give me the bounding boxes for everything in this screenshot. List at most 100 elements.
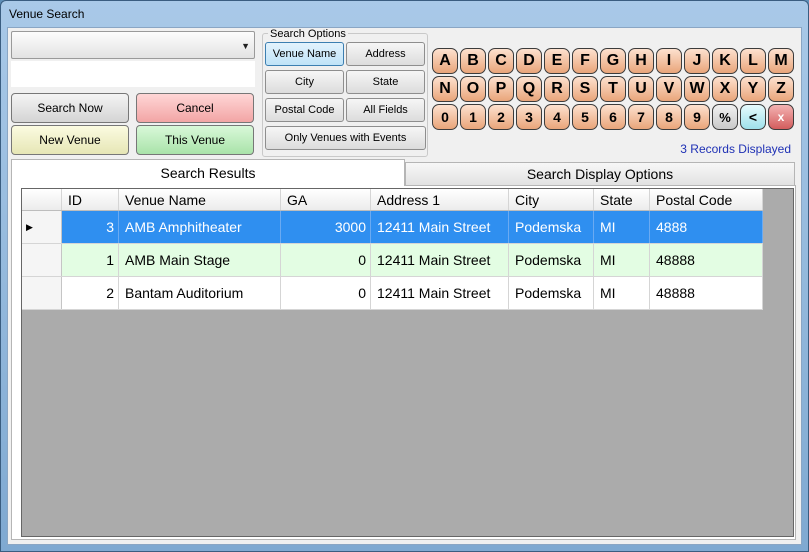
chevron-down-icon[interactable]: ▼ [241, 41, 250, 51]
cell-postal-code[interactable]: 4888 [650, 211, 763, 243]
all-fields-option-button[interactable]: All Fields [346, 98, 425, 122]
row-selector[interactable] [22, 277, 62, 309]
address-option-button[interactable]: Address [346, 42, 425, 66]
column-header-venue-name[interactable]: Venue Name [119, 189, 281, 210]
key-j[interactable]: J [684, 48, 710, 74]
cell-state[interactable]: MI [594, 244, 650, 276]
key-u[interactable]: U [628, 76, 654, 102]
key-i[interactable]: I [656, 48, 682, 74]
key-f[interactable]: F [572, 48, 598, 74]
search-text-area[interactable] [11, 61, 255, 87]
tab-search-display-options[interactable]: Search Display Options [405, 162, 795, 186]
cancel-button[interactable]: Cancel [136, 93, 254, 123]
search-options-group: Search Options Venue Name Address City S… [262, 28, 428, 157]
venue-name-option-button[interactable]: Venue Name [265, 42, 344, 66]
key-v[interactable]: V [656, 76, 682, 102]
key-9[interactable]: 9 [684, 104, 710, 130]
key-7[interactable]: 7 [628, 104, 654, 130]
key-l[interactable]: L [740, 48, 766, 74]
key-h[interactable]: H [628, 48, 654, 74]
cell-postal-code[interactable]: 48888 [650, 244, 763, 276]
cell-address[interactable]: 12411 Main Street [371, 244, 509, 276]
table-row[interactable]: 1 AMB Main Stage 0 12411 Main Street Pod… [22, 244, 763, 277]
only-venues-with-events-button[interactable]: Only Venues with Events [265, 126, 426, 150]
key-8[interactable]: 8 [656, 104, 682, 130]
city-option-button[interactable]: City [265, 70, 344, 94]
column-header-postal-code[interactable]: Postal Code [650, 189, 763, 210]
cell-city[interactable]: Podemska [509, 244, 594, 276]
wildcard-key[interactable]: % [712, 104, 738, 130]
key-n[interactable]: N [432, 76, 458, 102]
clear-key[interactable]: x [768, 104, 794, 130]
key-5[interactable]: 5 [572, 104, 598, 130]
key-d[interactable]: D [516, 48, 542, 74]
row-header-corner [22, 189, 62, 210]
search-now-button[interactable]: Search Now [11, 93, 129, 123]
key-6[interactable]: 6 [600, 104, 626, 130]
venue-search-window: Venue Search ▼ Search Now Cancel New Ven… [0, 0, 809, 552]
key-z[interactable]: Z [768, 76, 794, 102]
key-3[interactable]: 3 [516, 104, 542, 130]
grid-header: ID Venue Name GA Address 1 City State Po… [22, 189, 763, 211]
key-e[interactable]: E [544, 48, 570, 74]
column-header-state[interactable]: State [594, 189, 650, 210]
key-t[interactable]: T [600, 76, 626, 102]
row-selector[interactable]: ▶ [22, 211, 62, 243]
key-b[interactable]: B [460, 48, 486, 74]
tab-search-results[interactable]: Search Results [11, 159, 405, 186]
window-title: Venue Search [9, 7, 85, 21]
cell-address[interactable]: 12411 Main Street [371, 211, 509, 243]
state-option-button[interactable]: State [346, 70, 425, 94]
key-4[interactable]: 4 [544, 104, 570, 130]
key-r[interactable]: R [544, 76, 570, 102]
cell-postal-code[interactable]: 48888 [650, 277, 763, 309]
records-count-label: 3 Records Displayed [680, 142, 791, 156]
window-client-area: ▼ Search Now Cancel New Venue This Venue… [7, 27, 802, 545]
cell-id[interactable]: 1 [62, 244, 119, 276]
new-venue-button[interactable]: New Venue [11, 125, 129, 155]
key-q[interactable]: Q [516, 76, 542, 102]
key-c[interactable]: C [488, 48, 514, 74]
column-header-id[interactable]: ID [62, 189, 119, 210]
key-m[interactable]: M [768, 48, 794, 74]
key-k[interactable]: K [712, 48, 738, 74]
key-0[interactable]: 0 [432, 104, 458, 130]
cell-ga[interactable]: 0 [281, 244, 371, 276]
cell-city[interactable]: Podemska [509, 277, 594, 309]
cell-id[interactable]: 3 [62, 211, 119, 243]
results-grid: ID Venue Name GA Address 1 City State Po… [21, 188, 794, 537]
search-results-panel: ID Venue Name GA Address 1 City State Po… [11, 185, 796, 540]
title-bar[interactable]: Venue Search [1, 1, 808, 27]
key-2[interactable]: 2 [488, 104, 514, 130]
postal-code-option-button[interactable]: Postal Code [265, 98, 344, 122]
venue-combo-box[interactable]: ▼ [11, 31, 255, 59]
key-x[interactable]: X [712, 76, 738, 102]
column-header-address[interactable]: Address 1 [371, 189, 509, 210]
cell-city[interactable]: Podemska [509, 211, 594, 243]
backspace-key[interactable]: < [740, 104, 766, 130]
table-row[interactable]: 2 Bantam Auditorium 0 12411 Main Street … [22, 277, 763, 310]
cell-address[interactable]: 12411 Main Street [371, 277, 509, 309]
row-selector[interactable] [22, 244, 62, 276]
cell-venue-name[interactable]: AMB Amphitheater [119, 211, 281, 243]
cell-id[interactable]: 2 [62, 277, 119, 309]
column-header-city[interactable]: City [509, 189, 594, 210]
search-options-legend: Search Options [268, 28, 348, 40]
key-s[interactable]: S [572, 76, 598, 102]
key-1[interactable]: 1 [460, 104, 486, 130]
cell-venue-name[interactable]: AMB Main Stage [119, 244, 281, 276]
key-o[interactable]: O [460, 76, 486, 102]
key-w[interactable]: W [684, 76, 710, 102]
key-p[interactable]: P [488, 76, 514, 102]
key-g[interactable]: G [600, 48, 626, 74]
cell-state[interactable]: MI [594, 211, 650, 243]
cell-ga[interactable]: 3000 [281, 211, 371, 243]
this-venue-button[interactable]: This Venue [136, 125, 254, 155]
table-row[interactable]: ▶ 3 AMB Amphitheater 3000 12411 Main Str… [22, 211, 763, 244]
key-y[interactable]: Y [740, 76, 766, 102]
cell-venue-name[interactable]: Bantam Auditorium [119, 277, 281, 309]
key-a[interactable]: A [432, 48, 458, 74]
cell-ga[interactable]: 0 [281, 277, 371, 309]
cell-state[interactable]: MI [594, 277, 650, 309]
column-header-ga[interactable]: GA [281, 189, 371, 210]
